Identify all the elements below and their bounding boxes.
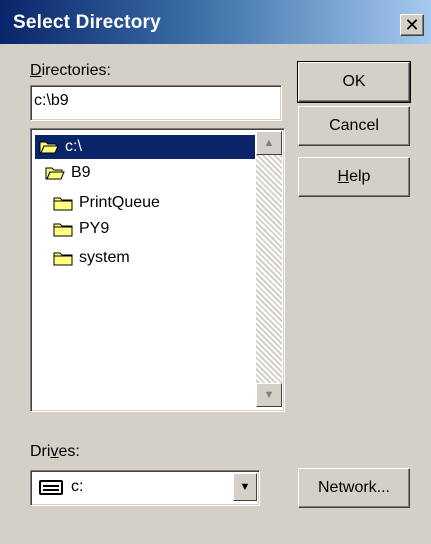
drives-label: Drives: bbox=[30, 443, 80, 461]
folder-icon bbox=[53, 197, 73, 211]
cancel-button-label: Cancel bbox=[329, 117, 379, 134]
close-icon: ✕ bbox=[404, 15, 420, 35]
ok-button[interactable]: OK bbox=[297, 61, 411, 103]
network-button-label: Network... bbox=[317, 479, 390, 496]
scroll-up-button[interactable]: ▲ bbox=[256, 131, 282, 155]
help-button[interactable]: Help bbox=[298, 157, 410, 197]
drives-label-prefix: Dri bbox=[30, 443, 51, 460]
help-button-label-rest: elp bbox=[349, 168, 371, 185]
network-button[interactable]: Network... bbox=[298, 468, 410, 508]
directory-item-b9[interactable]: B9 bbox=[45, 161, 91, 185]
drive-select[interactable]: c: ▼ bbox=[30, 470, 260, 506]
drive-dropdown-button[interactable]: ▼ bbox=[233, 473, 257, 501]
folder-icon bbox=[53, 252, 73, 266]
directory-list-scrollbar[interactable]: ▲ ▼ bbox=[256, 131, 282, 407]
directory-path-input[interactable] bbox=[34, 92, 274, 110]
directories-label-rest: irectories: bbox=[41, 62, 111, 79]
close-button[interactable]: ✕ bbox=[400, 14, 424, 36]
directories-label: Directories: bbox=[30, 62, 111, 80]
chevron-down-icon: ▼ bbox=[239, 481, 251, 493]
directory-item-label: PrintQueue bbox=[79, 194, 160, 211]
cancel-button[interactable]: Cancel bbox=[298, 106, 410, 146]
title-bar[interactable]: Select Directory ✕ bbox=[0, 0, 431, 44]
directory-item-c-root[interactable]: c:\ bbox=[35, 135, 255, 159]
directory-list[interactable]: c:\ B9 PrintQueue PY9 system ▲ ▼ bbox=[30, 128, 285, 412]
select-directory-dialog: Select Directory ✕ Directories: c:\ B9 P… bbox=[0, 0, 431, 544]
directory-path-field[interactable] bbox=[30, 85, 282, 121]
window-title: Select Directory bbox=[13, 12, 161, 33]
triangle-down-icon: ▼ bbox=[263, 389, 275, 401]
folder-icon bbox=[53, 223, 73, 237]
ok-button-label: OK bbox=[342, 73, 366, 90]
hard-drive-icon bbox=[39, 480, 63, 495]
scroll-down-button[interactable]: ▼ bbox=[256, 383, 282, 407]
directory-item-label: B9 bbox=[71, 164, 91, 181]
drives-label-rest: es: bbox=[58, 443, 80, 460]
help-button-access-key: H bbox=[337, 168, 350, 185]
open-folder-icon bbox=[39, 141, 59, 154]
directory-item-label: c:\ bbox=[65, 138, 82, 155]
directories-label-access-key: D bbox=[30, 62, 42, 79]
directory-item-system[interactable]: system bbox=[53, 246, 130, 270]
directory-item-py9[interactable]: PY9 bbox=[53, 217, 109, 241]
selected-drive: c: bbox=[71, 478, 84, 495]
directory-item-printqueue[interactable]: PrintQueue bbox=[53, 191, 160, 215]
triangle-up-icon: ▲ bbox=[263, 137, 275, 149]
directory-item-label: system bbox=[79, 249, 130, 266]
directory-item-label: PY9 bbox=[79, 220, 110, 237]
open-folder-icon bbox=[45, 167, 65, 180]
